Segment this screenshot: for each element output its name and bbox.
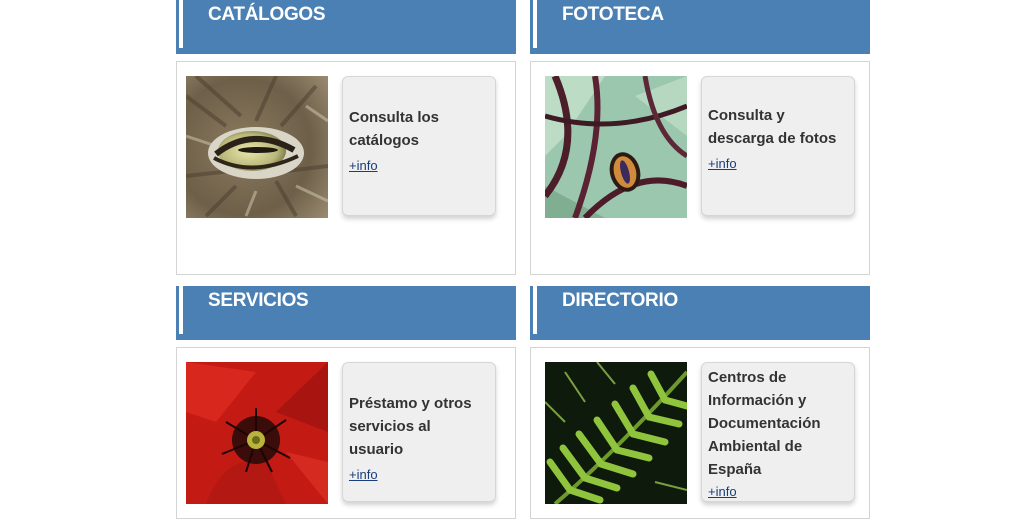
panel-header: FOTOTECA [530, 0, 870, 54]
info-card: Centros de Información y Documentación A… [701, 362, 855, 502]
header-accent-bar [533, 286, 537, 334]
panel-body: Consulta los catálogos +info [176, 61, 516, 275]
panel-header: CATÁLOGOS [176, 0, 516, 54]
panel-body: Consulta y descarga de fotos +info [530, 61, 870, 275]
lynx-eye-image[interactable] [186, 76, 328, 218]
panel-catalogos: CATÁLOGOS Consulta los catálogos +info [176, 0, 516, 275]
panel-fototeca: FOTOTECA Consulta y descarga de fotos +i… [530, 0, 870, 275]
info-card: Consulta y descarga de fotos +info [701, 76, 855, 216]
panel-directorio: DIRECTORIO Centros de Información y Docu… [530, 286, 870, 519]
panel-title: CATÁLOGOS [208, 4, 326, 25]
panel-title: FOTOTECA [562, 4, 664, 25]
info-card: Préstamo y otros servicios al usuario +i… [342, 362, 496, 502]
panel-title: SERVICIOS [208, 290, 309, 311]
card-description: Consulta los catálogos [349, 109, 440, 149]
more-info-link[interactable]: +info [708, 156, 737, 171]
info-card: Consulta los catálogos +info [342, 76, 496, 216]
more-info-link[interactable]: +info [349, 158, 378, 173]
header-accent-bar [533, 0, 537, 48]
header-accent-bar [179, 286, 183, 334]
panel-servicios: SERVICIOS Préstamo y otros servicios al … [176, 286, 516, 519]
card-description: Préstamo y otros servicios al usuario [349, 395, 472, 458]
card-description: Centros de Información y Documentación A… [708, 369, 821, 478]
more-info-link[interactable]: +info [708, 484, 737, 499]
panel-header: SERVICIOS [176, 286, 516, 340]
panel-body: Préstamo y otros servicios al usuario +i… [176, 347, 516, 519]
panel-body: Centros de Información y Documentación A… [530, 347, 870, 519]
red-poppy-image[interactable] [186, 362, 328, 504]
panel-header: DIRECTORIO [530, 286, 870, 340]
fern-leaf-image[interactable] [545, 362, 687, 504]
more-info-link[interactable]: +info [349, 467, 378, 482]
moth-wing-image[interactable] [545, 76, 687, 218]
card-description: Consulta y descarga de fotos [708, 107, 837, 147]
header-accent-bar [179, 0, 183, 48]
panel-title: DIRECTORIO [562, 290, 678, 311]
